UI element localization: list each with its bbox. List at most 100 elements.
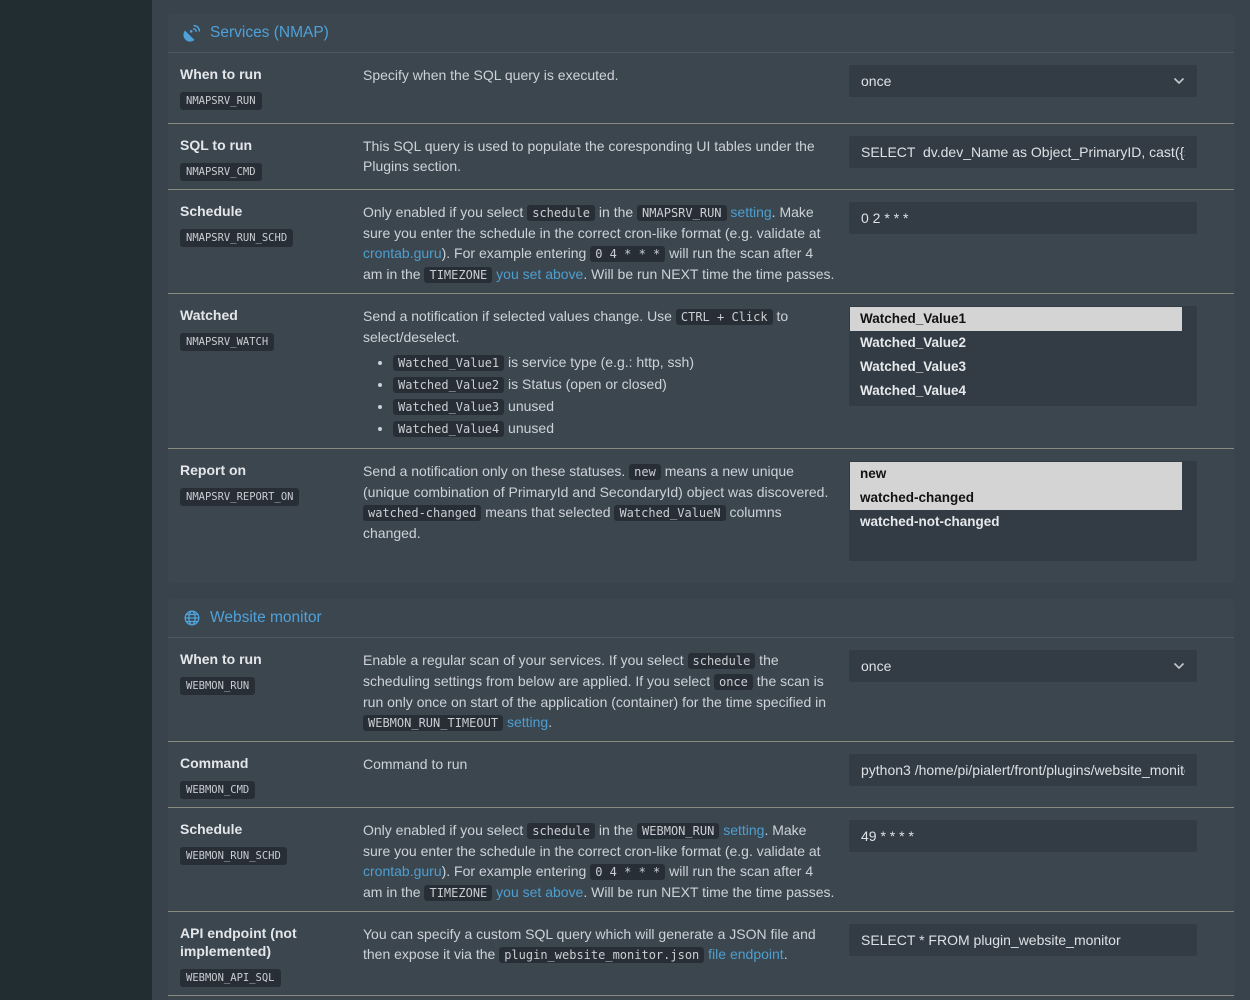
inline-code: schedule	[527, 205, 595, 221]
inline-code: Watched_Value3	[393, 399, 504, 415]
inline-link[interactable]: crontab.guru	[363, 245, 442, 261]
setting-label: API endpoint (not implemented)	[180, 924, 355, 960]
setting-label: Schedule	[180, 820, 355, 838]
setting-label: When to run	[180, 65, 355, 83]
setting-label: SQL to run	[180, 136, 355, 154]
option-watched-not-changed[interactable]: watched-not-changed	[850, 510, 1182, 534]
settings-row: Schedule NMAPSRV_RUN_SCHD Only enabled if …	[168, 189, 1234, 293]
inline-link[interactable]: file endpoint	[708, 946, 784, 962]
listbox-nmapsrv-report-on[interactable]: newwatched-changedwatched-not-changed	[849, 461, 1197, 561]
satellite-dish-icon	[183, 24, 201, 42]
text-input-webmon-run-schd[interactable]	[849, 820, 1197, 852]
selected-value: once	[861, 73, 891, 89]
settings-row: Report on NMAPSRV_REPORT_ON Send a notific…	[168, 448, 1234, 569]
setting-code-badge: NMAPSRV_CMD	[180, 163, 262, 181]
inline-code: NMAPSRV_RUN	[637, 205, 726, 221]
inline-code: Watched_ValueN	[614, 505, 725, 521]
panel-header-website-monitor: Website monitor	[168, 599, 1234, 638]
setting-description: Enable a regular scan of your services. …	[363, 646, 849, 733]
description-text: This SQL query is used to populate the c…	[363, 136, 835, 176]
setting-code-badge: WEBMON_CMD	[180, 781, 255, 799]
setting-label: Command	[180, 754, 355, 772]
settings-row: Watched NMAPSRV_WATCH Send a notification …	[168, 293, 1234, 448]
panel-website-monitor: Website monitor When to run WEBMON_RUN Ena…	[168, 599, 1234, 1000]
description-text: You can specify a custom SQL query which…	[363, 924, 835, 965]
dropdown-nmapsrv-run[interactable]: once	[849, 65, 1197, 97]
setting-label: Watched	[180, 306, 355, 324]
setting-code-badge: WEBMON_API_SQL	[180, 969, 281, 987]
inline-code: schedule	[527, 823, 595, 839]
inline-code: plugin_website_monitor.json	[499, 947, 704, 963]
settings-content: Services (NMAP) When to run NMAPSRV_RUN Sp…	[152, 0, 1250, 1000]
selected-value: once	[861, 658, 891, 674]
dropdown-webmon-run[interactable]: once	[849, 650, 1197, 682]
description-text: Specify when the SQL query is executed.	[363, 65, 835, 85]
chevron-down-icon	[1173, 662, 1185, 670]
setting-description: This SQL query is used to populate the c…	[363, 132, 849, 181]
text-input-webmon-api-sql[interactable]	[849, 924, 1197, 956]
inline-code: TIMEZONE	[424, 885, 492, 901]
setting-code-badge: WEBMON_RUN	[180, 677, 255, 695]
description-bullet: Watched_Value2 is Status (open or closed…	[393, 374, 835, 396]
inline-code: watched-changed	[363, 505, 481, 521]
chevron-down-icon	[1173, 77, 1185, 85]
setting-label: When to run	[180, 650, 355, 668]
settings-row: Schedule WEBMON_RUN_SCHD Only enabled if y…	[168, 807, 1234, 911]
inline-code: TIMEZONE	[424, 267, 492, 283]
settings-row: Command WEBMON_CMD Command to run	[168, 741, 1234, 807]
inline-link[interactable]: setting	[507, 714, 548, 730]
text-input-webmon-cmd[interactable]	[849, 754, 1197, 786]
text-input-nmapsrv-run-schd[interactable]	[849, 202, 1197, 234]
sidebar	[0, 0, 152, 1000]
option-watched-value3[interactable]: Watched_Value3	[850, 355, 1182, 379]
option-watched-changed[interactable]: watched-changed	[850, 486, 1182, 510]
setting-label: Schedule	[180, 202, 355, 220]
settings-row: API endpoint (not implemented) WEBMON_API…	[168, 911, 1234, 995]
setting-description: Only enabled if you select schedule in t…	[363, 816, 849, 903]
text-input-nmapsrv-cmd[interactable]	[849, 136, 1197, 168]
inline-code: CTRL + Click	[676, 309, 773, 325]
inline-code: new	[629, 464, 661, 480]
inline-code: once	[714, 674, 753, 690]
setting-description: Send a notification if selected values c…	[363, 302, 849, 440]
option-watched-value1[interactable]: Watched_Value1	[850, 307, 1182, 331]
description-text: Only enabled if you select schedule in t…	[363, 820, 835, 903]
description-text: Send a notification only on these status…	[363, 461, 835, 543]
setting-code-badge: WEBMON_RUN_SCHD	[180, 847, 287, 865]
inline-code: Watched_Value4	[393, 421, 504, 437]
settings-row: Run timeoutWEBMON_RUN_TIMEOUTMaximum tim…	[168, 995, 1234, 1000]
setting-code-badge: NMAPSRV_RUN	[180, 92, 262, 110]
description-text: Send a notification if selected values c…	[363, 306, 835, 347]
globe-icon	[183, 609, 201, 627]
setting-description: You can specify a custom SQL query which…	[363, 920, 849, 987]
inline-code: WEBMON_RUN_TIMEOUT	[363, 715, 503, 731]
description-bullet: Watched_Value4 unused	[393, 418, 835, 440]
setting-description: Specify when the SQL query is executed.	[363, 61, 849, 115]
inline-code: Watched_Value2	[393, 377, 504, 393]
description-text: Only enabled if you select schedule in t…	[363, 202, 835, 285]
settings-row: SQL to run NMAPSRV_CMD This SQL query is u…	[168, 123, 1234, 189]
inline-link[interactable]: setting	[723, 822, 764, 838]
inline-code: Watched_Value1	[393, 355, 504, 371]
inline-code: 0 4 * * *	[590, 246, 665, 262]
setting-code-badge: NMAPSRV_REPORT_ON	[180, 488, 299, 506]
settings-row: When to run NMAPSRV_RUN Specify when the S…	[168, 53, 1234, 123]
inline-code: schedule	[688, 653, 756, 669]
inline-link[interactable]: you set above	[496, 266, 583, 282]
listbox-nmapsrv-watch[interactable]: Watched_Value1Watched_Value2Watched_Valu…	[849, 306, 1197, 406]
option-watched-value4[interactable]: Watched_Value4	[850, 379, 1182, 403]
setting-code-badge: NMAPSRV_RUN_SCHD	[180, 229, 293, 247]
setting-description: Only enabled if you select schedule in t…	[363, 198, 849, 285]
inline-code: 0 4 * * *	[590, 864, 665, 880]
panel-title: Website monitor	[210, 609, 322, 627]
setting-code-badge: NMAPSRV_WATCH	[180, 333, 274, 351]
description-bullet: Watched_Value1 is service type (e.g.: ht…	[393, 352, 835, 374]
inline-link[interactable]: setting	[730, 204, 771, 220]
description-text: Command to run	[363, 754, 835, 774]
inline-link[interactable]: you set above	[496, 884, 583, 900]
setting-label: Report on	[180, 461, 355, 479]
option-watched-value2[interactable]: Watched_Value2	[850, 331, 1182, 355]
panel-title: Services (NMAP)	[210, 24, 329, 42]
option-new[interactable]: new	[850, 462, 1182, 486]
inline-link[interactable]: crontab.guru	[363, 863, 442, 879]
